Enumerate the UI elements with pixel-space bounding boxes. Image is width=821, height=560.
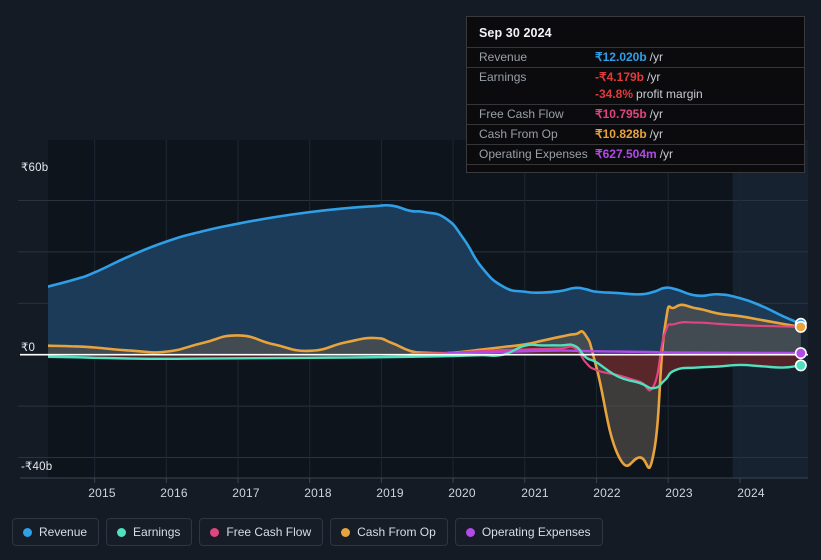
tooltip-row-operating-expenses: Operating Expenses ₹627.504m /yr (467, 144, 804, 164)
legend-item-earnings[interactable]: Earnings (106, 518, 193, 546)
chart-tooltip: Sep 30 2024 Revenue ₹12.020b /yr Earning… (466, 16, 805, 173)
legend-label-revenue: Revenue (39, 525, 88, 539)
tooltip-key-earnings: Earnings (479, 70, 527, 84)
legend-label-earnings: Earnings (133, 525, 181, 539)
tooltip-row-cash-from-op: Cash From Op ₹10.828b /yr (467, 124, 804, 144)
x-axis-label-2018: 2018 (304, 486, 332, 500)
y-axis-label-neg40b: -₹40b (21, 461, 53, 473)
tooltip-unit-free-cash-flow: /yr (649, 107, 664, 121)
tooltip-unit-earnings: /yr (647, 70, 661, 84)
tooltip-key-operating-expenses: Operating Expenses (479, 147, 588, 161)
y-axis-label-60b: ₹60b (21, 162, 49, 174)
legend-dot-operating-expenses (465, 527, 475, 537)
legend-label-cash-from-op: Cash From Op (357, 525, 436, 539)
x-axis-label-2023: 2023 (665, 486, 693, 500)
tooltip-unit-revenue: /yr (649, 50, 664, 64)
tooltip-row-revenue: Revenue ₹12.020b /yr (467, 47, 804, 67)
tooltip-value-cash-from-op: ₹10.828b (595, 127, 647, 141)
x-axis-label-2019: 2019 (376, 486, 404, 500)
x-axis-label-2015: 2015 (88, 486, 116, 500)
tooltip-value-profit-margin: -34.8% (595, 87, 634, 101)
tooltip-row-free-cash-flow: Free Cash Flow ₹10.795b /yr (467, 104, 804, 124)
tooltip-row-earnings: Earnings -₹4.179b /yr (467, 67, 804, 87)
legend-item-revenue[interactable]: Revenue (12, 518, 100, 546)
legend-dot-free-cash-flow (210, 527, 220, 537)
tooltip-key-free-cash-flow: Free Cash Flow (479, 107, 564, 121)
legend-dot-cash-from-op (341, 527, 351, 537)
x-axis-label-2016: 2016 (160, 486, 188, 500)
y-axis-label-0: ₹0 (21, 342, 36, 354)
chart-legend: Revenue Earnings Free Cash Flow Cash Fro… (12, 518, 603, 546)
x-axis-label-2020: 2020 (448, 486, 476, 500)
x-axis-label-2024: 2024 (737, 486, 765, 500)
x-axis-label-2022: 2022 (593, 486, 621, 500)
legend-item-free-cash-flow[interactable]: Free Cash Flow (199, 518, 324, 546)
tooltip-sub-profit-margin: profit margin (636, 87, 703, 101)
chart-page: ₹60b ₹0 -₹40b 2015 2016 2017 2018 2019 2… (0, 0, 821, 560)
tooltip-unit-operating-expenses: /yr (659, 147, 674, 161)
tooltip-date: Sep 30 2024 (479, 26, 552, 40)
legend-dot-revenue (23, 527, 32, 537)
legend-item-operating-expenses[interactable]: Operating Expenses (454, 518, 603, 546)
tooltip-key-revenue: Revenue (479, 50, 528, 64)
legend-item-cash-from-op[interactable]: Cash From Op (330, 518, 448, 546)
tooltip-row-profit-margin: -34.8% profit margin (467, 87, 804, 104)
tooltip-footer-rule (467, 164, 804, 168)
tooltip-unit-cash-from-op: /yr (649, 127, 664, 141)
tooltip-key-cash-from-op: Cash From Op (479, 127, 558, 141)
tooltip-value-revenue: ₹12.020b (595, 50, 647, 64)
legend-label-free-cash-flow: Free Cash Flow (226, 525, 312, 539)
x-axis-label-2021: 2021 (521, 486, 549, 500)
legend-label-operating-expenses: Operating Expenses (481, 525, 591, 539)
legend-dot-earnings (117, 527, 127, 537)
x-axis-label-2017: 2017 (232, 486, 260, 500)
tooltip-value-operating-expenses: ₹627.504m (595, 147, 657, 161)
tooltip-value-earnings: -₹4.179b (595, 70, 644, 84)
tooltip-value-free-cash-flow: ₹10.795b (595, 107, 647, 121)
